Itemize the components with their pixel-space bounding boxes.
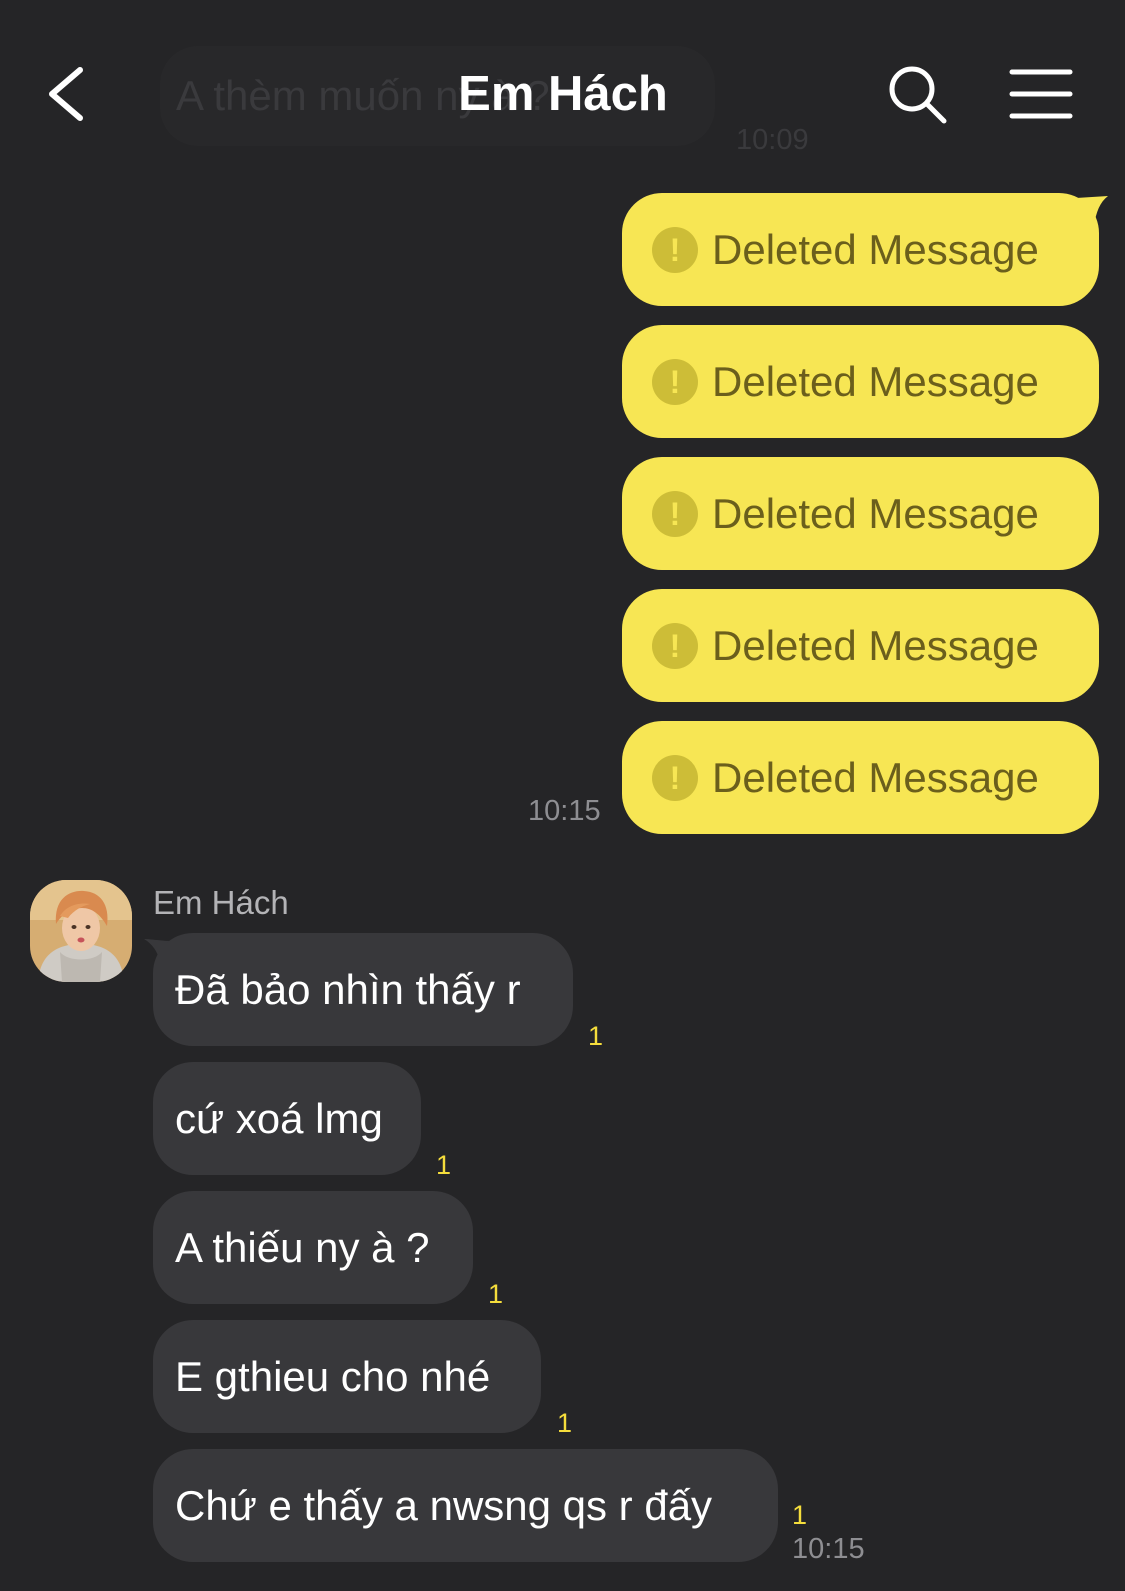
exclamation-icon: !	[652, 622, 698, 669]
avatar[interactable]	[30, 880, 132, 982]
search-icon	[889, 66, 947, 124]
chat-title: Em Hách	[458, 67, 668, 121]
chevron-left-icon	[49, 67, 83, 121]
unread-count: 1	[588, 1021, 604, 1051]
outgoing-timestamp: 10:15	[528, 795, 601, 827]
hamburger-menu-icon	[1009, 69, 1073, 119]
exclamation-icon: !	[652, 490, 698, 537]
deleted-message-bubble[interactable]: ! Deleted Message	[622, 721, 1099, 834]
unread-count: 1	[488, 1279, 504, 1309]
deleted-message-text: Deleted Message	[712, 753, 1039, 801]
incoming-message-bubble[interactable]: E gthieu cho nhé	[153, 1320, 541, 1433]
deleted-message-text: Deleted Message	[712, 621, 1039, 669]
chat-header: A thèm muốn ny à ? 10:09 Em Hách	[0, 0, 1125, 190]
deleted-message-text: Deleted Message	[712, 225, 1039, 273]
exclamation-icon: !	[652, 226, 698, 273]
faded-previous-time: 10:09	[736, 124, 809, 156]
profile-photo	[30, 880, 132, 982]
deleted-message-bubble[interactable]: ! Deleted Message	[622, 193, 1099, 306]
deleted-message-text: Deleted Message	[712, 489, 1039, 537]
incoming-message-bubble[interactable]: A thiếu ny à ?	[153, 1191, 473, 1304]
incoming-message-bubble[interactable]: cứ xoá lmg	[153, 1062, 421, 1175]
incoming-timestamp: 10:15	[792, 1533, 865, 1565]
deleted-message-bubble[interactable]: ! Deleted Message	[622, 325, 1099, 438]
deleted-message-text: Deleted Message	[712, 357, 1039, 405]
unread-count: 1	[557, 1408, 573, 1438]
unread-count: 1	[792, 1500, 808, 1530]
incoming-message-bubble[interactable]: Chứ e thấy a nwsng qs r đấy	[153, 1449, 778, 1562]
incoming-message-bubble[interactable]: Đã bảo nhìn thấy r	[153, 933, 573, 1046]
exclamation-icon: !	[652, 358, 698, 405]
exclamation-icon: !	[652, 754, 698, 801]
back-button[interactable]	[30, 54, 110, 134]
menu-button[interactable]	[1008, 66, 1074, 122]
deleted-message-bubble[interactable]: ! Deleted Message	[622, 589, 1099, 702]
search-button[interactable]	[885, 62, 951, 128]
unread-count: 1	[436, 1150, 452, 1180]
sender-name: Em Hách	[153, 884, 289, 921]
deleted-message-bubble[interactable]: ! Deleted Message	[622, 457, 1099, 570]
